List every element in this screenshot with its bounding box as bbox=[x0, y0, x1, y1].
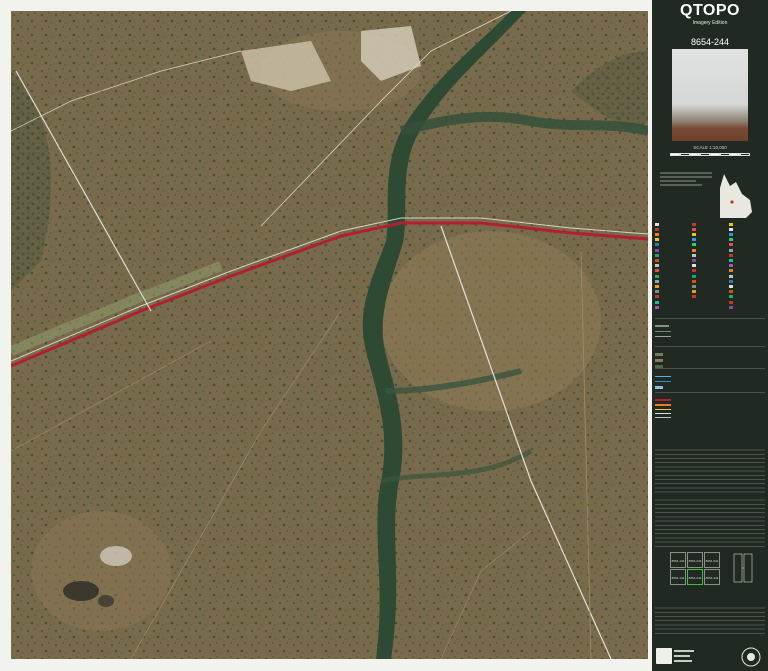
locator-text bbox=[660, 170, 712, 188]
burn-scar bbox=[63, 581, 99, 601]
pale-patch bbox=[100, 546, 132, 566]
imagery-map[interactable] bbox=[11, 11, 648, 659]
index-cell[interactable]: 8654-343 bbox=[704, 552, 720, 568]
scale-bar bbox=[670, 153, 750, 156]
queensland-government-logo bbox=[656, 648, 694, 664]
legend-column-2 bbox=[692, 222, 728, 300]
legend-hydrography bbox=[655, 372, 765, 392]
cover-photo bbox=[672, 49, 748, 141]
cleared-area bbox=[381, 231, 601, 411]
cleared-area bbox=[31, 511, 171, 631]
crest-logo bbox=[741, 647, 761, 667]
index-cell[interactable]: 8654-344 bbox=[704, 569, 720, 585]
legend-block bbox=[655, 222, 765, 432]
index-cell[interactable]: 8654-243 bbox=[687, 552, 703, 568]
legend-panel: QTOPO Imagery Edition 8654-244 SCALE 1:1… bbox=[652, 0, 768, 671]
notes-paragraph-2 bbox=[655, 498, 765, 548]
legend-column-3 bbox=[729, 222, 765, 310]
legend-transportation bbox=[655, 396, 765, 421]
adjoining-sheet-index: 8654-143 8654-243 8654-343 8654-144 8654… bbox=[670, 552, 720, 600]
disclaimer-text bbox=[655, 606, 765, 636]
notes-paragraph-1 bbox=[655, 448, 765, 494]
legend-section-divider bbox=[655, 318, 765, 319]
queensland-locator-icon bbox=[720, 174, 752, 218]
scale-label: SCALE 1:10,000 bbox=[693, 145, 727, 150]
legend-boundaries bbox=[655, 322, 765, 341]
index-cell-current[interactable]: 8654-244 bbox=[687, 569, 703, 585]
map-frame bbox=[0, 0, 652, 671]
sheet-number: 8654-244 bbox=[690, 37, 730, 47]
legend-section-divider bbox=[655, 368, 765, 369]
index-cell[interactable]: 8654-144 bbox=[670, 569, 686, 585]
sheet-layout-icon bbox=[733, 553, 753, 583]
index-cell[interactable]: 8654-143 bbox=[670, 552, 686, 568]
map-imagery-svg bbox=[11, 11, 648, 659]
legend-section-divider bbox=[655, 346, 765, 347]
product-subtitle: Imagery Edition bbox=[692, 20, 728, 26]
product-title: QTOPO bbox=[680, 2, 740, 19]
legend-column-1 bbox=[655, 222, 691, 310]
burn-scar bbox=[98, 595, 114, 607]
legend-section-divider bbox=[655, 392, 765, 393]
